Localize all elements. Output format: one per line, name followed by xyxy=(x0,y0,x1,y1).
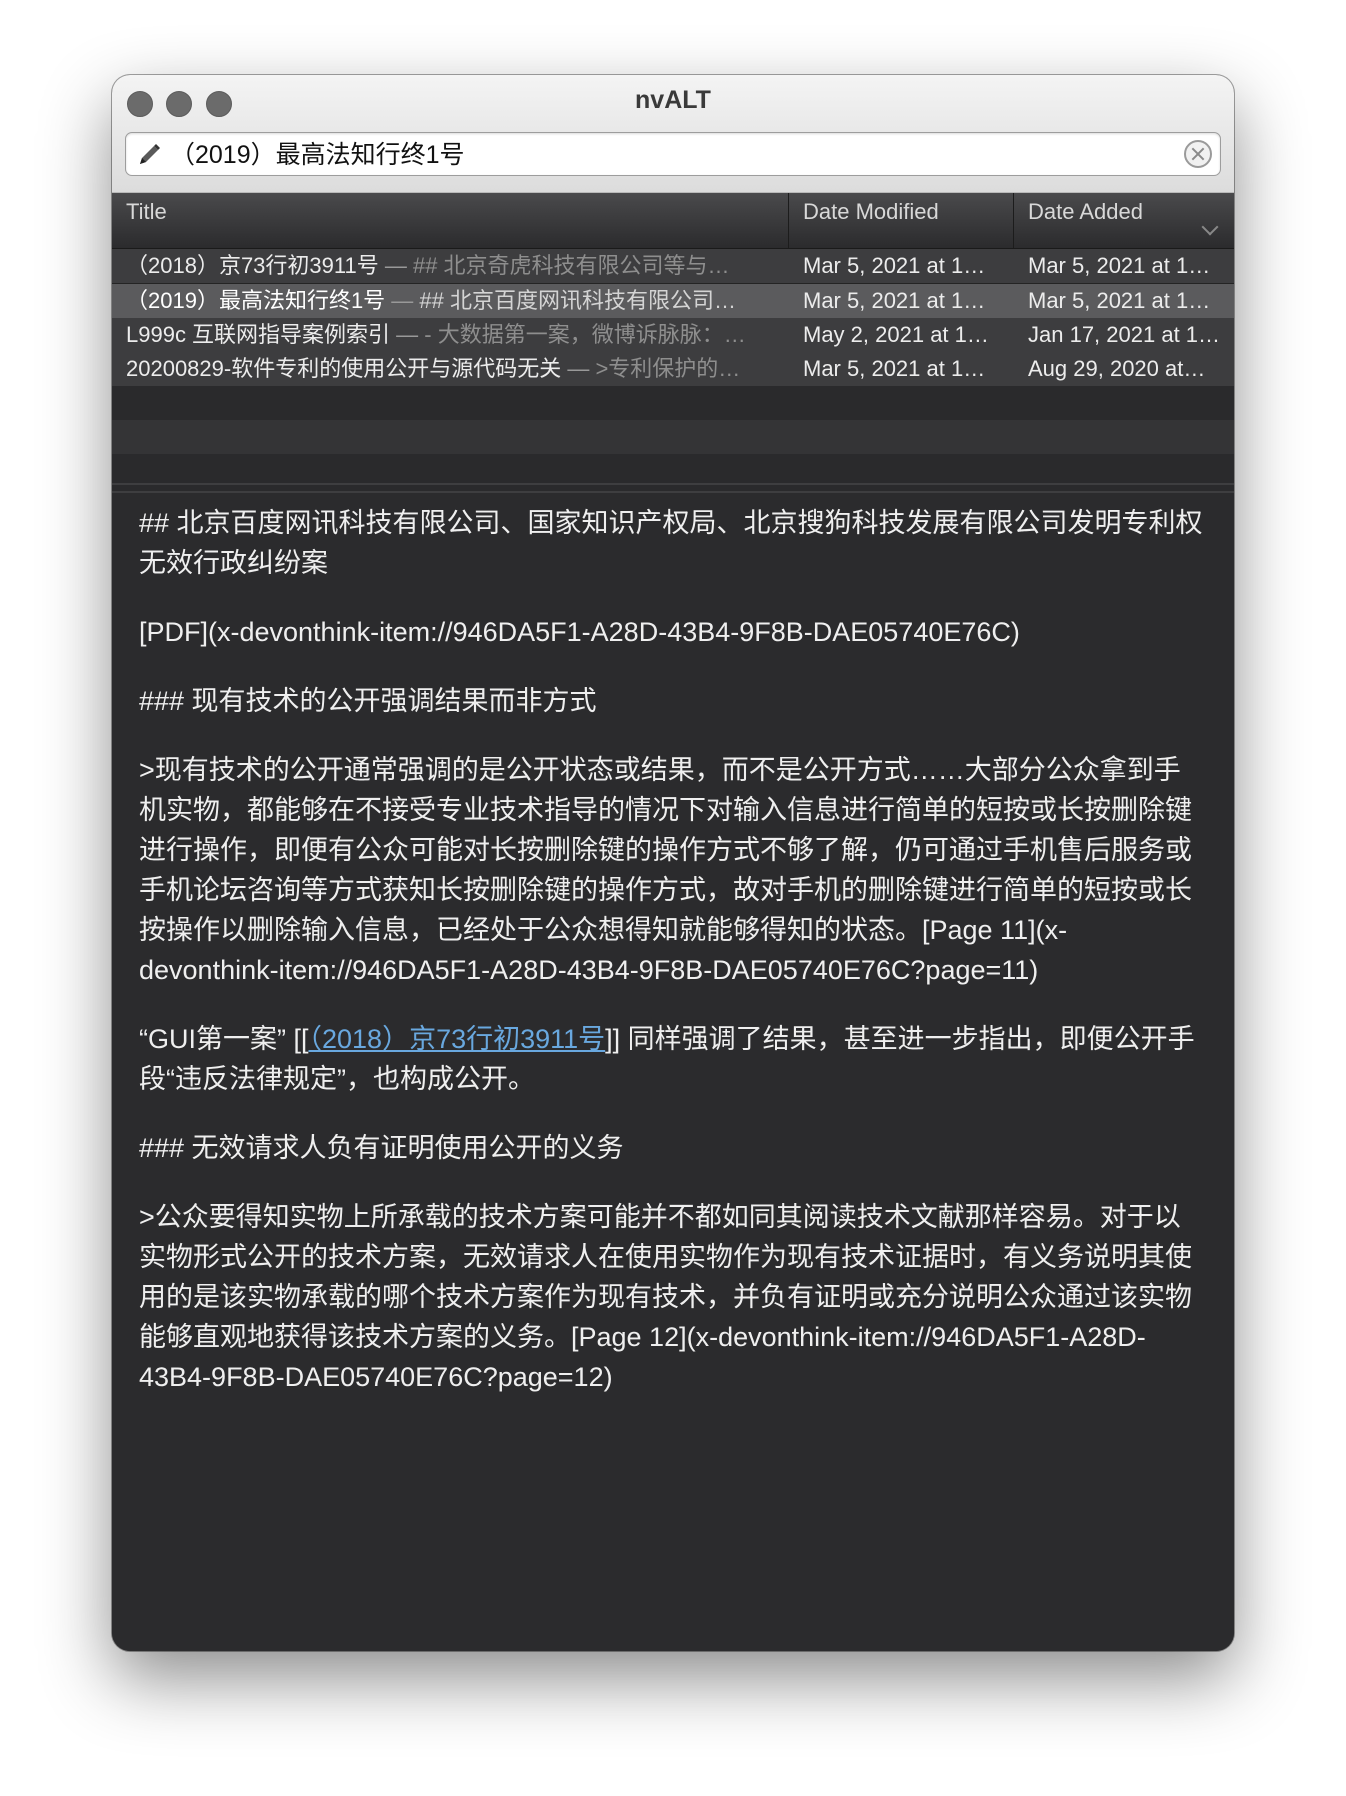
note-title: 20200829-软件专利的使用公开与源代码无关 xyxy=(126,356,562,381)
note-title: （2018）京73行初3911号 xyxy=(126,253,379,278)
empty-row xyxy=(112,420,1234,454)
note-title-cell: 20200829-软件专利的使用公开与源代码无关 — >专利保护的… xyxy=(126,352,786,386)
note-row[interactable]: 20200829-软件专利的使用公开与源代码无关 — >专利保护的… Mar 5… xyxy=(112,352,1234,387)
note-date-added: Jan 17, 2021 at 1… xyxy=(1028,322,1221,347)
note-date-added: Mar 5, 2021 at 1… xyxy=(1028,253,1211,278)
note-separator: — xyxy=(378,253,413,278)
title-bar: nvALT xyxy=(112,75,1234,193)
note-title-cell: （2019）最高法知行终1号 — ## 北京百度网讯科技有限公司… xyxy=(126,284,786,318)
editor-gui-paragraph: “GUI第一案” [[（2018）京73行初3911号]] 同样强调了结果，甚至… xyxy=(139,1019,1204,1099)
note-date-modified: Mar 5, 2021 at 1… xyxy=(803,288,986,313)
note-editor[interactable]: ## 北京百度网讯科技有限公司、国家知识产权局、北京搜狗科技发展有限公司发明专利… xyxy=(112,493,1234,1651)
column-header-date-added-label: Date Added xyxy=(1028,199,1143,224)
note-title-cell: L999c 互联网指导案例索引 — - 大数据第一案，微博诉脉脉：… xyxy=(126,318,786,352)
editor-quote-2: >公众要得知实物上所承载的技术方案可能并不都如同其阅读技术文献那样容易。对于以实… xyxy=(139,1202,1192,1392)
note-date-modified: Mar 5, 2021 at 1… xyxy=(803,356,986,381)
editor-heading: ## 北京百度网讯科技有限公司、国家知识产权局、北京搜狗科技发展有限公司发明专利… xyxy=(139,508,1203,578)
chevron-down-icon xyxy=(1201,218,1219,236)
note-preview: - 大数据第一案，微博诉脉脉：… xyxy=(424,322,746,347)
window-title: nvALT xyxy=(635,86,711,114)
note-title-cell: （2018）京73行初3911号 — ## 北京奇虎科技有限公司等与… xyxy=(126,249,786,283)
search-input[interactable] xyxy=(170,133,1170,173)
note-row-selected[interactable]: （2019）最高法知行终1号 — ## 北京百度网讯科技有限公司… Mar 5,… xyxy=(112,284,1234,319)
clear-icon[interactable] xyxy=(1184,140,1212,168)
note-date-added: Aug 29, 2020 at… xyxy=(1028,356,1206,381)
notes-list: （2018）京73行初3911号 — ## 北京奇虎科技有限公司等与… Mar … xyxy=(112,249,1234,488)
split-view-divider[interactable] xyxy=(112,483,1234,493)
note-date-modified: Mar 5, 2021 at 1… xyxy=(803,253,986,278)
column-headers: Title Date Modified Date Added xyxy=(112,193,1234,249)
note-row[interactable]: L999c 互联网指导案例索引 — - 大数据第一案，微博诉脉脉：… May 2… xyxy=(112,318,1234,353)
editor-wiki-link[interactable]: （2018）京73行初3911号 xyxy=(309,1024,606,1054)
note-title: L999c 互联网指导案例索引 xyxy=(126,322,391,347)
column-header-date-added[interactable]: Date Added xyxy=(1014,193,1234,248)
editor-quote-1: >现有技术的公开通常强调的是公开状态或结果，而不是公开方式……大部分公众拿到手机… xyxy=(139,755,1192,985)
empty-row xyxy=(112,386,1234,420)
app-window: nvALT Title Date Modified Date Added （20… xyxy=(112,75,1234,1651)
note-separator: — xyxy=(385,288,420,313)
column-header-date-modified[interactable]: Date Modified xyxy=(789,193,1014,248)
note-row[interactable]: （2018）京73行初3911号 — ## 北京奇虎科技有限公司等与… Mar … xyxy=(112,249,1234,284)
search-bar[interactable] xyxy=(125,132,1221,176)
note-preview: ## 北京百度网讯科技有限公司… xyxy=(419,288,737,313)
editor-pdf-link-line: [PDF](x-devonthink-item://946DA5F1-A28D-… xyxy=(139,617,1020,647)
note-separator: — xyxy=(561,356,596,381)
note-preview: ## 北京奇虎科技有限公司等与… xyxy=(412,253,730,278)
note-date-added: Mar 5, 2021 at 1… xyxy=(1028,288,1211,313)
editor-section-heading-2: ### 无效请求人负有证明使用公开的义务 xyxy=(139,1133,624,1163)
note-separator: — xyxy=(390,322,425,347)
column-header-title[interactable]: Title xyxy=(112,193,789,248)
note-preview: >专利保护的… xyxy=(595,356,741,381)
pencil-icon xyxy=(140,144,160,164)
note-title: （2019）最高法知行终1号 xyxy=(126,288,386,313)
editor-gui-text-before: “GUI第一案” [[ xyxy=(139,1024,309,1054)
editor-section-heading-1: ### 现有技术的公开强调结果而非方式 xyxy=(139,686,597,716)
note-date-modified: May 2, 2021 at 1… xyxy=(803,322,989,347)
